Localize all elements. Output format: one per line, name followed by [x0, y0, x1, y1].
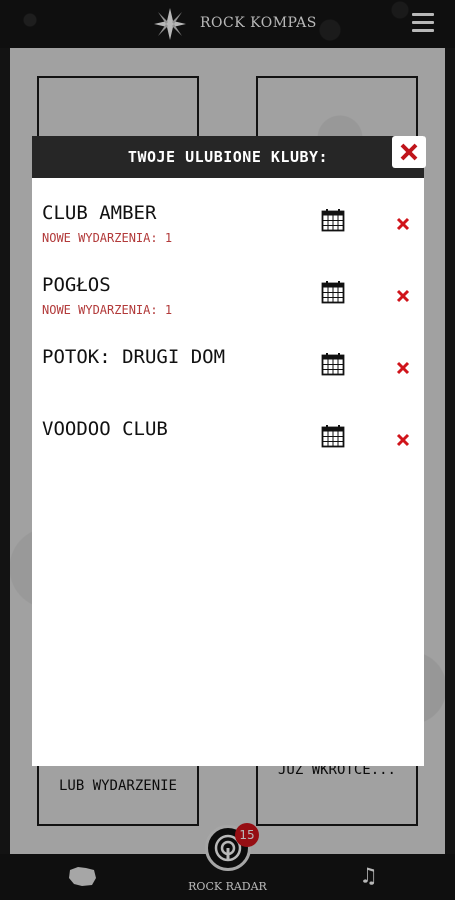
- club-name[interactable]: POTOK: DRUGI DOM: [42, 346, 225, 368]
- list-item[interactable]: CLUB AMBER NOWE WYDARZENIA: 1: [32, 202, 424, 262]
- close-icon: [400, 143, 418, 161]
- list-item[interactable]: POGŁOS NOWE WYDARZENIA: 1: [32, 274, 424, 334]
- club-name[interactable]: VOODOO CLUB: [42, 418, 168, 440]
- club-name[interactable]: POGŁOS: [42, 274, 111, 296]
- modal-title: TWOJE ULUBIONE KLUBY:: [127, 148, 329, 166]
- calendar-icon[interactable]: [321, 280, 345, 304]
- remove-icon[interactable]: [396, 433, 410, 447]
- club-new-events: NOWE WYDARZENIA: 1: [42, 231, 173, 245]
- modal-header: TWOJE ULUBIONE KLUBY:: [32, 136, 424, 178]
- list-item[interactable]: VOODOO CLUB: [32, 418, 424, 478]
- calendar-icon[interactable]: [321, 208, 345, 232]
- calendar-icon[interactable]: [321, 424, 345, 448]
- favorite-clubs-modal: TWOJE ULUBIONE KLUBY: CLUB AMBER NOWE WY…: [32, 136, 424, 766]
- list-item[interactable]: POTOK: DRUGI DOM: [32, 346, 424, 406]
- calendar-icon[interactable]: [321, 352, 345, 376]
- club-new-events: NOWE WYDARZENIA: 1: [42, 303, 173, 317]
- remove-icon[interactable]: [396, 289, 410, 303]
- club-name[interactable]: CLUB AMBER: [42, 202, 156, 224]
- remove-icon[interactable]: [396, 217, 410, 231]
- remove-icon[interactable]: [396, 361, 410, 375]
- close-button[interactable]: [392, 136, 426, 168]
